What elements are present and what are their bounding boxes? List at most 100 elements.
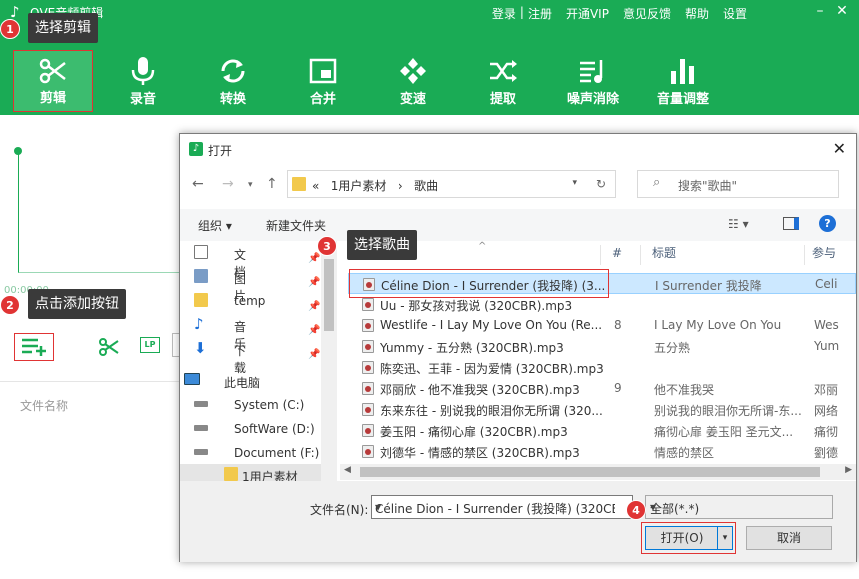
- app-icon: ♪: [189, 142, 203, 156]
- chevron-down-icon[interactable]: ▾: [375, 500, 615, 514]
- waveform-area: [18, 150, 180, 273]
- file-row[interactable]: Yummy - 五分熟 (320CBR).mp3 五分熟 Yum: [348, 336, 856, 357]
- new-folder-button[interactable]: 新建文件夹: [266, 217, 326, 234]
- tool-extract[interactable]: 提取: [463, 50, 543, 112]
- back-icon[interactable]: ←: [192, 176, 204, 192]
- folder-icon: [194, 293, 208, 307]
- merge-icon: [309, 58, 337, 84]
- filename-label: 文件名(N):: [310, 503, 369, 517]
- column-divider[interactable]: [804, 245, 805, 265]
- refresh-icon[interactable]: ↻: [587, 170, 616, 198]
- filename-field[interactable]: Céline Dion - I Surrender (我投降) (320CB ▾: [371, 495, 633, 519]
- column-divider[interactable]: [600, 245, 601, 265]
- scroll-left-icon[interactable]: ◀: [344, 465, 351, 475]
- lp-button[interactable]: LP: [140, 337, 160, 353]
- audio-file-icon: [362, 340, 374, 353]
- file-title: 五分熟: [654, 341, 691, 355]
- tool-label: 音量调整: [656, 92, 709, 107]
- settings-link[interactable]: 设置: [723, 5, 747, 22]
- drive-icon: [194, 449, 208, 455]
- file-title: I Lay My Love On You: [654, 318, 782, 332]
- header-links: 登录 | 注册 开通VIP 意见反馈 帮助 设置: [478, 5, 747, 22]
- up-icon[interactable]: ↑: [266, 176, 278, 192]
- file-row[interactable]: 陈奕迅、王菲 - 因为爱情 (320CBR).mp3: [348, 357, 856, 378]
- file-row[interactable]: 邓丽欣 - 他不准我哭 (320CBR).mp3 9 他不准我哭 邓丽: [348, 378, 856, 399]
- nav-scrollbar[interactable]: [321, 241, 337, 481]
- organize-button[interactable]: 组织 ▾: [198, 217, 232, 234]
- highlight-selected-file: [349, 269, 609, 298]
- view-options-icon[interactable]: ☷ ▾: [728, 217, 749, 231]
- pin-icon: 📌: [308, 301, 321, 312]
- callout-select-cut: 选择剪辑: [28, 13, 98, 43]
- file-title: I Surrender 我投降: [655, 279, 762, 293]
- horizontal-scrollbar[interactable]: ◀ ▶: [340, 464, 856, 480]
- feedback-link[interactable]: 意见反馈: [623, 5, 671, 22]
- callout-add-button: 点击添加按钮: [28, 289, 126, 319]
- column-header-title[interactable]: 标题: [652, 241, 676, 265]
- tool-merge[interactable]: 合并: [283, 50, 363, 112]
- forward-icon[interactable]: →: [222, 176, 234, 192]
- breadcrumb-item[interactable]: 1用户素材: [331, 179, 387, 193]
- file-name: 陈奕迅、王菲 - 因为爱情 (320CBR).mp3: [380, 362, 604, 376]
- register-link[interactable]: 注册: [528, 5, 552, 22]
- tool-speed[interactable]: 变速: [373, 50, 453, 112]
- nav-label: SoftWare (D:): [234, 422, 315, 436]
- tool-convert[interactable]: 转换: [193, 50, 273, 112]
- step-badge: 1: [0, 19, 20, 39]
- pin-icon: 📌: [308, 349, 321, 360]
- file-title: 情感的禁区: [654, 446, 715, 460]
- file-row[interactable]: Westlife - I Lay My Love On You (Re... 8 I…: [348, 315, 856, 336]
- scroll-thumb[interactable]: [360, 467, 820, 477]
- file-name: Uu - 那女孩对我说 (320CBR).mp3: [380, 299, 573, 313]
- tool-denoise[interactable]: 噪声消除: [553, 50, 633, 112]
- column-header-artist[interactable]: 参与: [812, 241, 836, 265]
- address-bar[interactable]: « 1用户素材 › 歌曲 ▾: [287, 170, 616, 198]
- file-name-column-header: 文件名称: [20, 399, 69, 413]
- minimize-icon[interactable]: –: [809, 3, 831, 19]
- vip-link[interactable]: 开通VIP: [566, 5, 609, 22]
- breadcrumb: « 1用户素材 › 歌曲: [312, 177, 438, 194]
- shuffle-icon: [490, 60, 517, 82]
- nav-label: 此电脑: [224, 376, 261, 390]
- cancel-button[interactable]: 取消: [746, 526, 832, 550]
- file-row[interactable]: 姜玉阳 - 痛彻心扉 (320CBR).mp3 痛彻心扉 姜玉阳 圣元文... 痛彻: [348, 420, 856, 441]
- tool-volume[interactable]: 音量调整: [643, 50, 723, 112]
- chevron-down-icon[interactable]: ▾: [572, 178, 577, 188]
- tool-record[interactable]: 录音: [103, 50, 183, 112]
- file-row[interactable]: 东来东往 - 别说我的眼泪你无所谓 (320... 别说我的眼泪你无所谓-东...…: [348, 399, 856, 420]
- add-file-button[interactable]: [14, 333, 54, 361]
- preview-pane-icon[interactable]: [783, 217, 799, 230]
- edit-toolbar: LP: [14, 333, 184, 361]
- help-icon[interactable]: ?: [819, 215, 836, 232]
- pin-icon: 📌: [308, 277, 321, 288]
- close-icon[interactable]: ✕: [831, 3, 853, 19]
- app-toolbar: ♪ QVE音频剪辑 登录 | 注册 开通VIP 意见反馈 帮助 设置 – ✕ 剪…: [0, 0, 859, 115]
- close-icon[interactable]: ✕: [833, 139, 846, 158]
- file-title: 别说我的眼泪你无所谓-东...: [654, 404, 802, 418]
- help-link[interactable]: 帮助: [685, 5, 709, 22]
- navigation-pane: 文档 📌 图片 📌 temp 📌 ♪ 音乐 📌 ⬇ 下载 📌 此电脑 System …: [180, 241, 322, 484]
- scroll-right-icon[interactable]: ▶: [845, 465, 852, 475]
- speed-icon: [400, 58, 426, 84]
- tool-cut[interactable]: 剪辑: [13, 50, 93, 112]
- recent-dropdown-icon[interactable]: ▾: [248, 180, 253, 190]
- column-header-number[interactable]: #: [612, 241, 622, 265]
- audio-file-icon: [362, 382, 374, 395]
- link-separator: |: [519, 5, 524, 19]
- column-divider[interactable]: [640, 245, 641, 265]
- login-link[interactable]: 登录: [492, 5, 516, 22]
- audio-file-icon: [362, 298, 374, 311]
- breadcrumb-overflow[interactable]: «: [312, 179, 319, 193]
- file-row[interactable]: 刘德华 - 情感的禁区 (320CBR).mp3 情感的禁区 劉德: [348, 441, 856, 462]
- playhead-handle[interactable]: [14, 147, 22, 155]
- audio-file-icon: [362, 424, 374, 437]
- audio-file-icon: [362, 319, 374, 332]
- drive-icon: [194, 401, 208, 407]
- nav-label: temp: [234, 294, 266, 308]
- breadcrumb-item[interactable]: 歌曲: [414, 179, 438, 193]
- scroll-thumb[interactable]: [324, 259, 334, 331]
- filetype-select[interactable]: 全部(*.*) ▾: [645, 495, 833, 519]
- scissors-icon[interactable]: [98, 336, 120, 358]
- search-input[interactable]: 搜索"歌曲": [678, 177, 737, 194]
- search-box[interactable]: ⌕ 搜索"歌曲": [637, 170, 839, 198]
